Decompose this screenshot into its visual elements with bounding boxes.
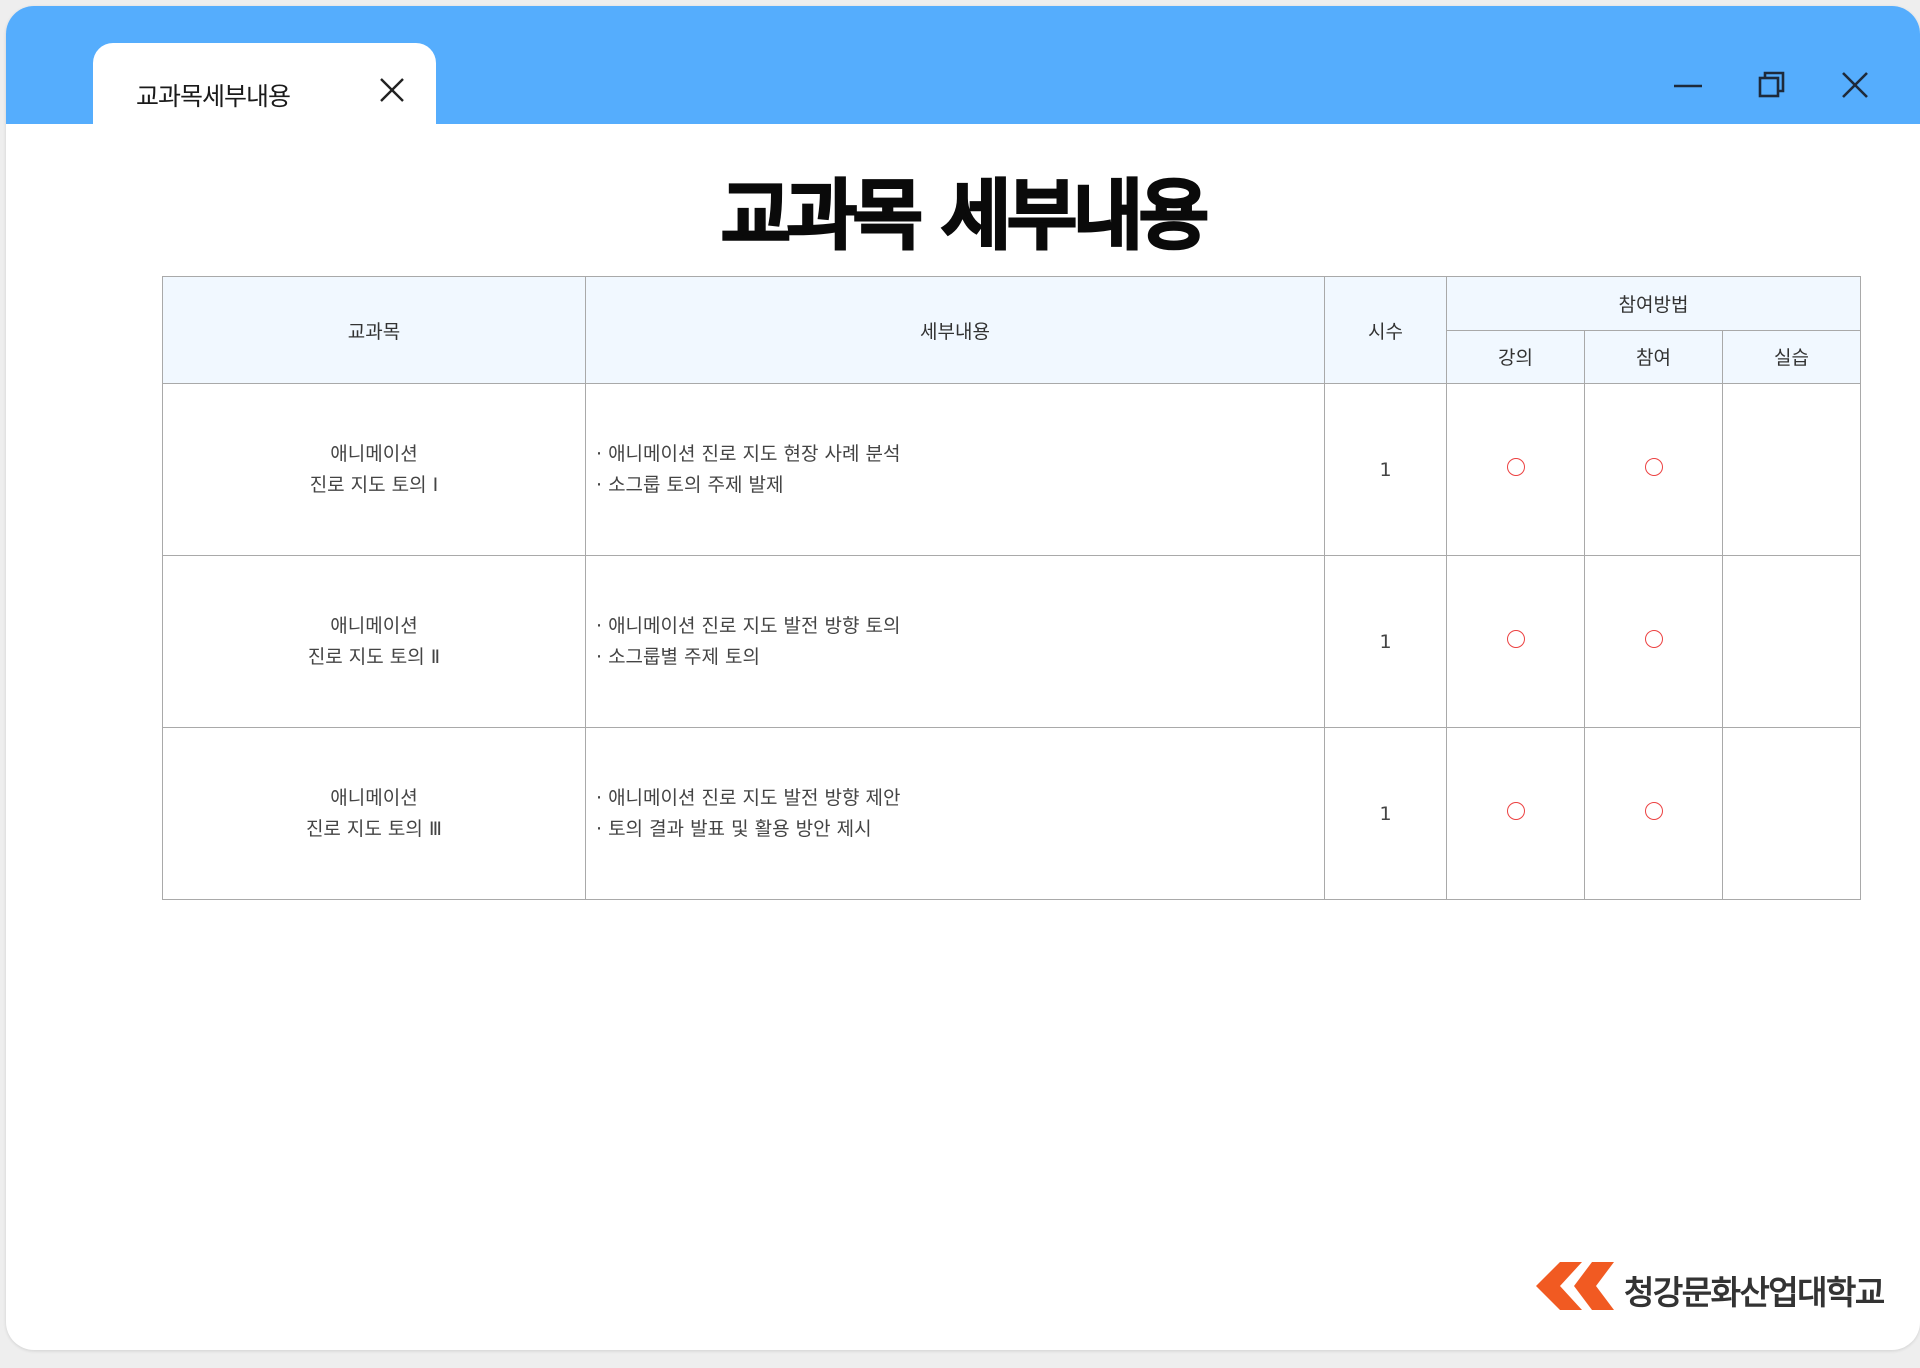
hours-cell: 1: [1324, 383, 1447, 556]
close-icon[interactable]: [379, 77, 405, 103]
lecture-cell: [1446, 555, 1585, 728]
detail-line: · 소그룹 토의 주제 발제: [596, 473, 784, 496]
minimize-icon[interactable]: [1672, 69, 1704, 101]
lecture-cell: [1446, 383, 1585, 556]
participation-cell: [1584, 383, 1723, 556]
subject-cell: 애니메이션 진로 지도 토의 Ⅱ: [162, 555, 586, 728]
circle-mark-icon: [1644, 630, 1663, 648]
subject-line: 애니메이션: [330, 614, 418, 637]
header-participation: 참여: [1584, 329, 1723, 384]
tab-subject-details[interactable]: 교과목세부내용: [93, 43, 436, 125]
header-practice: 실습: [1722, 329, 1861, 384]
hours-cell: 1: [1324, 555, 1447, 728]
participation-cell: [1584, 727, 1723, 900]
close-icon[interactable]: [1839, 69, 1871, 101]
circle-mark-icon: [1506, 458, 1525, 476]
title-bar: 교과목세부내용: [6, 6, 1920, 125]
circle-mark-icon: [1506, 630, 1525, 648]
subject-line: 애니메이션: [330, 442, 418, 465]
practice-cell: [1722, 727, 1861, 900]
subject-line: 진로 지도 토의 Ⅲ: [305, 817, 443, 840]
tab-label: 교과목세부내용: [136, 82, 291, 111]
circle-mark-icon: [1506, 802, 1525, 820]
circle-mark-icon: [1644, 458, 1663, 476]
lecture-cell: [1446, 727, 1585, 900]
subject-line: 애니메이션: [330, 786, 418, 809]
header-method: 참여방법: [1446, 276, 1861, 331]
detail-cell: · 애니메이션 진로 지도 발전 방향 토의 · 소그룹별 주제 토의: [585, 555, 1325, 728]
practice-cell: [1722, 555, 1861, 728]
participation-cell: [1584, 555, 1723, 728]
app-window: 교과목세부내용 교과목 세부내용 교과목 세부내용 시수 참여방법 강의 참여 …: [6, 6, 1920, 1350]
circle-mark-icon: [1644, 802, 1663, 820]
header-lecture: 강의: [1446, 329, 1585, 384]
logo-mark-icon: [1536, 1262, 1614, 1310]
table-row: 애니메이션 진로 지도 토의 Ⅱ · 애니메이션 진로 지도 발전 방향 토의 …: [162, 555, 1861, 728]
university-logo: 청강문화산업대학교: [1530, 1258, 1885, 1314]
header-hours: 시수: [1324, 276, 1447, 384]
subject-cell: 애니메이션 진로 지도 토의 Ⅰ: [162, 383, 586, 556]
detail-cell: · 애니메이션 진로 지도 발전 방향 제안 · 토의 결과 발표 및 활용 방…: [585, 727, 1325, 900]
page-title: 교과목 세부내용: [720, 170, 1210, 262]
detail-line: · 애니메이션 진로 지도 발전 방향 제안: [596, 786, 901, 809]
restore-icon[interactable]: [1756, 69, 1788, 101]
header-subject: 교과목: [162, 276, 586, 384]
header-detail: 세부내용: [585, 276, 1325, 384]
subject-cell: 애니메이션 진로 지도 토의 Ⅲ: [162, 727, 586, 900]
practice-cell: [1722, 383, 1861, 556]
logo-text: 청강문화산업대학교: [1624, 1273, 1885, 1312]
subject-table: 교과목 세부내용 시수 참여방법 강의 참여 실습 애니메이션 진로 지도 토의…: [162, 276, 1861, 900]
subject-line: 진로 지도 토의 Ⅱ: [307, 645, 441, 668]
table-row: 애니메이션 진로 지도 토의 Ⅲ · 애니메이션 진로 지도 발전 방향 제안 …: [162, 727, 1861, 900]
detail-line: · 토의 결과 발표 및 활용 방안 제시: [596, 817, 872, 840]
table-row: 애니메이션 진로 지도 토의 Ⅰ · 애니메이션 진로 지도 현장 사례 분석 …: [162, 383, 1861, 556]
detail-line: · 소그룹별 주제 토의: [596, 645, 760, 668]
subject-line: 진로 지도 토의 Ⅰ: [309, 473, 439, 496]
hours-cell: 1: [1324, 727, 1447, 900]
detail-cell: · 애니메이션 진로 지도 현장 사례 분석 · 소그룹 토의 주제 발제: [585, 383, 1325, 556]
detail-line: · 애니메이션 진로 지도 발전 방향 토의: [596, 614, 901, 637]
detail-line: · 애니메이션 진로 지도 현장 사례 분석: [596, 442, 901, 465]
